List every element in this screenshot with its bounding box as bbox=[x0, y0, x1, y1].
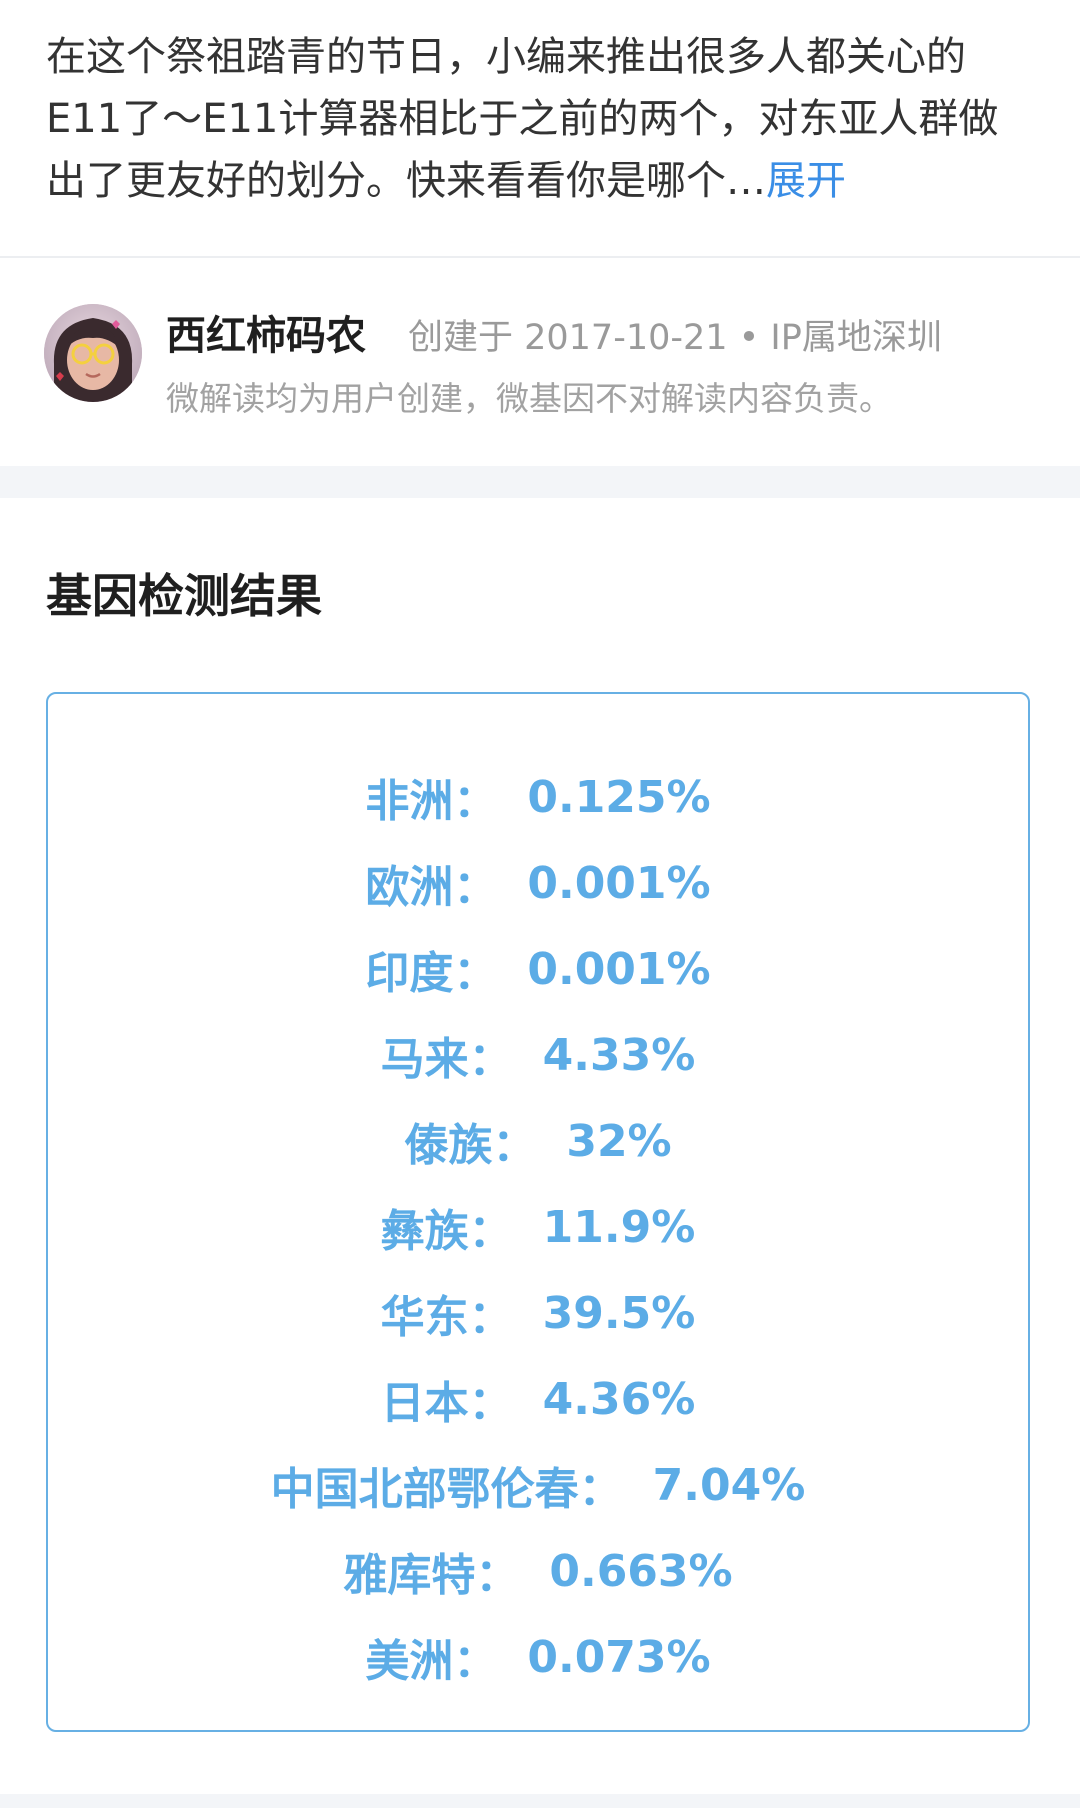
intro-text: 在这个祭祖踏青的节日，小编来推出很多人都关心的E11了～E11计算器相比于之前的… bbox=[46, 34, 999, 204]
result-label: 雅库特 bbox=[343, 1550, 476, 1601]
result-separator: ： bbox=[475, 1550, 520, 1601]
result-value: 4.33% bbox=[542, 1029, 696, 1081]
result-separator: ： bbox=[453, 776, 498, 827]
section-separator bbox=[0, 466, 1080, 498]
bottom-separator bbox=[0, 1794, 1080, 1808]
avatar-image bbox=[44, 304, 142, 402]
result-separator: ： bbox=[578, 1464, 623, 1515]
author-name[interactable]: 西红柿码农 bbox=[166, 308, 366, 364]
result-label: 中国北部鄂伦春 bbox=[270, 1464, 579, 1515]
result-separator: ： bbox=[468, 1206, 513, 1257]
result-value: 0.001% bbox=[527, 857, 711, 909]
result-label: 彝族 bbox=[380, 1206, 469, 1257]
author-section: 西红柿码农 创建于 2017-10-21 • IP属地深圳 微解读均为用户创建，… bbox=[0, 258, 1080, 466]
result-row: 彝族： 11.9% bbox=[48, 1184, 1028, 1270]
intro-text-block: 在这个祭祖踏青的节日，小编来推出很多人都关心的E11了～E11计算器相比于之前的… bbox=[0, 0, 1080, 230]
created-meta: 创建于 2017-10-21 • IP属地深圳 bbox=[408, 318, 942, 358]
result-row: 日本： 4.36% bbox=[48, 1356, 1028, 1442]
result-box: 非洲： 0.125% 欧洲： 0.001% 印度： 0.001% 马来： 4.33% 傣… bbox=[46, 692, 1030, 1732]
result-value: 0.663% bbox=[549, 1545, 733, 1597]
result-value: 0.001% bbox=[527, 943, 711, 995]
result-separator: ： bbox=[492, 1120, 537, 1171]
result-separator: ： bbox=[453, 1636, 498, 1687]
result-value: 39.5% bbox=[542, 1287, 696, 1339]
result-label: 非洲 bbox=[365, 776, 454, 827]
expand-link[interactable]: 展开 bbox=[766, 158, 846, 204]
result-value: 11.9% bbox=[542, 1201, 696, 1253]
result-value: 0.073% bbox=[527, 1631, 711, 1683]
result-label: 马来 bbox=[380, 1034, 469, 1085]
result-row: 华东： 39.5% bbox=[48, 1270, 1028, 1356]
result-row: 印度： 0.001% bbox=[48, 926, 1028, 1012]
result-separator: ： bbox=[468, 1034, 513, 1085]
result-list: 非洲： 0.125% 欧洲： 0.001% 印度： 0.001% 马来： 4.33% 傣… bbox=[48, 694, 1028, 1700]
result-row: 欧洲： 0.001% bbox=[48, 840, 1028, 926]
result-separator: ： bbox=[453, 862, 498, 913]
result-row: 非洲： 0.125% bbox=[48, 754, 1028, 840]
result-separator: ： bbox=[468, 1378, 513, 1429]
result-label: 欧洲 bbox=[365, 862, 454, 913]
result-row: 中国北部鄂伦春： 7.04% bbox=[48, 1442, 1028, 1528]
result-row: 傣族： 32% bbox=[48, 1098, 1028, 1184]
result-row: 美洲： 0.073% bbox=[48, 1614, 1028, 1700]
result-row: 雅库特： 0.663% bbox=[48, 1528, 1028, 1614]
result-label: 傣族 bbox=[404, 1120, 493, 1171]
result-label: 美洲 bbox=[365, 1636, 454, 1687]
result-value: 32% bbox=[566, 1115, 672, 1167]
disclaimer-text: 微解读均为用户创建，微基因不对解读内容负责。 bbox=[166, 379, 892, 418]
result-separator: ： bbox=[468, 1292, 513, 1343]
section-title: 基因检测结果 bbox=[46, 569, 322, 623]
result-separator: ： bbox=[453, 948, 498, 999]
result-value: 4.36% bbox=[542, 1373, 696, 1425]
result-label: 印度 bbox=[365, 948, 454, 999]
result-value: 0.125% bbox=[527, 771, 711, 823]
result-label: 华东 bbox=[380, 1292, 469, 1343]
avatar[interactable] bbox=[44, 304, 142, 402]
result-label: 日本 bbox=[380, 1378, 469, 1429]
result-row: 马来： 4.33% bbox=[48, 1012, 1028, 1098]
result-value: 7.04% bbox=[652, 1459, 806, 1511]
